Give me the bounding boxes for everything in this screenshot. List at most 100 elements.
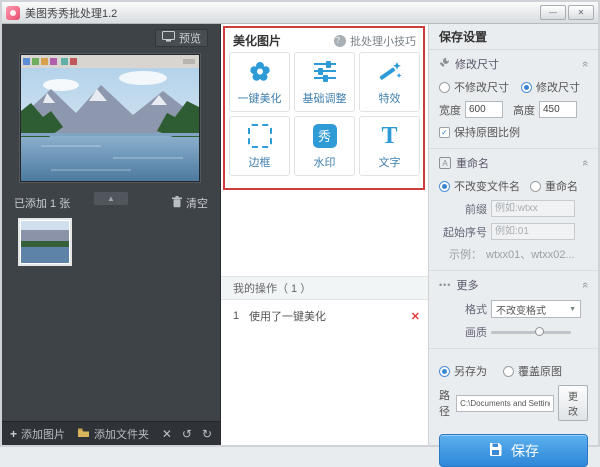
help-icon: ？ [334, 35, 346, 47]
collapse-list-button[interactable]: ▲ [94, 192, 128, 205]
wrench-icon [439, 57, 450, 71]
dimensions-row: 宽度 高度 [429, 98, 598, 121]
added-count: 已添加 1 张 [14, 195, 70, 211]
path-row: 路径 更改 [429, 382, 598, 424]
add-image-button[interactable]: + 添加图片 [10, 426, 65, 442]
add-image-label: 添加图片 [21, 426, 65, 442]
rename-section: A 重命名 « 不改变文件名 重命名 前缀 起始序号 示例： wtxx01、wt… [429, 149, 598, 271]
flower-icon [247, 59, 273, 85]
tool-label: 基础调整 [303, 90, 347, 106]
height-input[interactable] [539, 101, 577, 118]
start-number-input[interactable] [491, 223, 575, 240]
save-mode-row: 另存为 覆盖原图 [429, 349, 598, 382]
delete-button[interactable]: ✕ [162, 427, 172, 441]
resize-section-header: 修改尺寸 « [429, 50, 598, 76]
tool-basic-adjust[interactable]: 基础调整 [294, 52, 355, 112]
folder-icon [77, 427, 90, 441]
dropdown-arrow-icon: ▼ [569, 306, 576, 313]
tool-text[interactable]: T 文字 [359, 116, 420, 176]
tips-link[interactable]: ？ 批处理小技巧 [334, 33, 416, 49]
rename-options-row: 不改变文件名 重命名 [429, 175, 598, 197]
collapse-chevron-icon[interactable]: « [579, 160, 591, 166]
more-title: 更多 [456, 277, 478, 293]
more-dots-icon: ••• [439, 280, 451, 290]
tool-label: 水印 [314, 154, 336, 170]
save-icon [488, 442, 503, 460]
tool-one-click-beautify[interactable]: 一键美化 [229, 52, 290, 112]
remove-operation-button[interactable]: ✕ [411, 310, 420, 323]
left-toolbar: + 添加图片 添加文件夹 ✕ ↺ ↻ [2, 421, 220, 445]
thumbnail-image [21, 221, 69, 263]
keep-ratio-checkbox[interactable]: ✓ 保持原图比例 [439, 124, 520, 140]
operations-title: 我的操作（ 1 ） [233, 280, 311, 296]
path-label: 路径 [439, 387, 452, 419]
titlebar: 美图秀秀批处理1.2 — ✕ [2, 2, 598, 24]
operation-index: 1 [233, 310, 249, 322]
resize-title: 修改尺寸 [455, 56, 499, 72]
checkbox-icon: ✓ [439, 127, 450, 138]
rename-title: 重命名 [456, 155, 489, 171]
radio-keep-size[interactable]: 不修改尺寸 [439, 79, 509, 95]
radio-icon [439, 366, 450, 377]
resize-section: 修改尺寸 « 不修改尺寸 修改尺寸 宽度 高度 ✓ 保持原图比例 [429, 50, 598, 149]
magic-wand-icon [377, 59, 403, 85]
minimize-button[interactable]: — [540, 5, 566, 20]
add-folder-label: 添加文件夹 [94, 426, 149, 442]
radio-save-as[interactable]: 另存为 [439, 363, 487, 379]
slider-track[interactable] [491, 331, 571, 334]
left-panel: 预览 [2, 24, 220, 445]
radio-rename[interactable]: 重命名 [530, 178, 578, 194]
tool-label: 特效 [379, 90, 401, 106]
more-section: ••• 更多 « 格式 不改变格式 ▼ 画质 [429, 271, 598, 349]
preview-label: 预览 [179, 30, 201, 46]
start-number-label: 起始序号 [439, 224, 487, 240]
slider-handle[interactable] [535, 327, 544, 336]
tool-label: 一键美化 [238, 90, 282, 106]
collapse-chevron-icon[interactable]: « [579, 61, 591, 67]
save-button[interactable]: 保存 [439, 434, 588, 467]
clear-button[interactable]: 清空 [172, 195, 208, 211]
tips-label: 批处理小技巧 [350, 33, 416, 49]
redo-button[interactable]: ↻ [202, 427, 212, 441]
clear-label: 清空 [186, 195, 208, 211]
plus-icon: + [10, 427, 17, 441]
add-folder-button[interactable]: 添加文件夹 [77, 426, 149, 442]
operation-item: 1 使用了一键美化 ✕ [233, 306, 420, 326]
height-label: 高度 [513, 102, 535, 118]
rename-letter-icon: A [439, 157, 451, 169]
radio-keep-filename[interactable]: 不改变文件名 [439, 178, 520, 194]
radio-overwrite[interactable]: 覆盖原图 [503, 363, 562, 379]
center-panel: 美化图片 ？ 批处理小技巧 一键美化 基础调整 特效 边框 [220, 24, 428, 445]
tool-border[interactable]: 边框 [229, 116, 290, 176]
path-input[interactable] [456, 395, 554, 412]
example-row: 示例： wtxx01、wtxx02... [429, 243, 598, 265]
watermark-badge-icon: 秀 [313, 123, 337, 149]
tool-grid: 一键美化 基础调整 特效 边框 秀 水印 T [229, 52, 420, 176]
radio-resize[interactable]: 修改尺寸 [521, 79, 580, 95]
window-controls: — ✕ [540, 5, 594, 20]
operations-header: 我的操作（ 1 ） [221, 276, 428, 300]
tool-effects[interactable]: 特效 [359, 52, 420, 112]
close-button[interactable]: ✕ [568, 5, 594, 20]
quality-label: 画质 [439, 324, 487, 340]
tool-watermark[interactable]: 秀 水印 [294, 116, 355, 176]
preview-button[interactable]: 预览 [155, 29, 208, 47]
example-value: wtxx01、wtxx02... [486, 246, 575, 262]
prefix-input[interactable] [491, 200, 575, 217]
trash-icon [172, 196, 182, 211]
quality-slider[interactable] [491, 326, 571, 338]
thumbnail-list [18, 218, 210, 419]
prefix-row: 前缀 [429, 197, 598, 220]
monitor-icon [162, 31, 175, 45]
undo-button[interactable]: ↺ [182, 427, 192, 441]
format-select[interactable]: 不改变格式 ▼ [491, 300, 581, 318]
thumbnail-item[interactable] [18, 218, 72, 266]
save-label: 保存 [511, 441, 539, 461]
width-input[interactable] [465, 101, 503, 118]
width-label: 宽度 [439, 102, 461, 118]
sliders-icon [312, 59, 338, 85]
collapse-chevron-icon[interactable]: « [579, 282, 591, 288]
change-path-button[interactable]: 更改 [558, 385, 588, 421]
radio-icon [521, 82, 532, 93]
radio-icon [439, 82, 450, 93]
